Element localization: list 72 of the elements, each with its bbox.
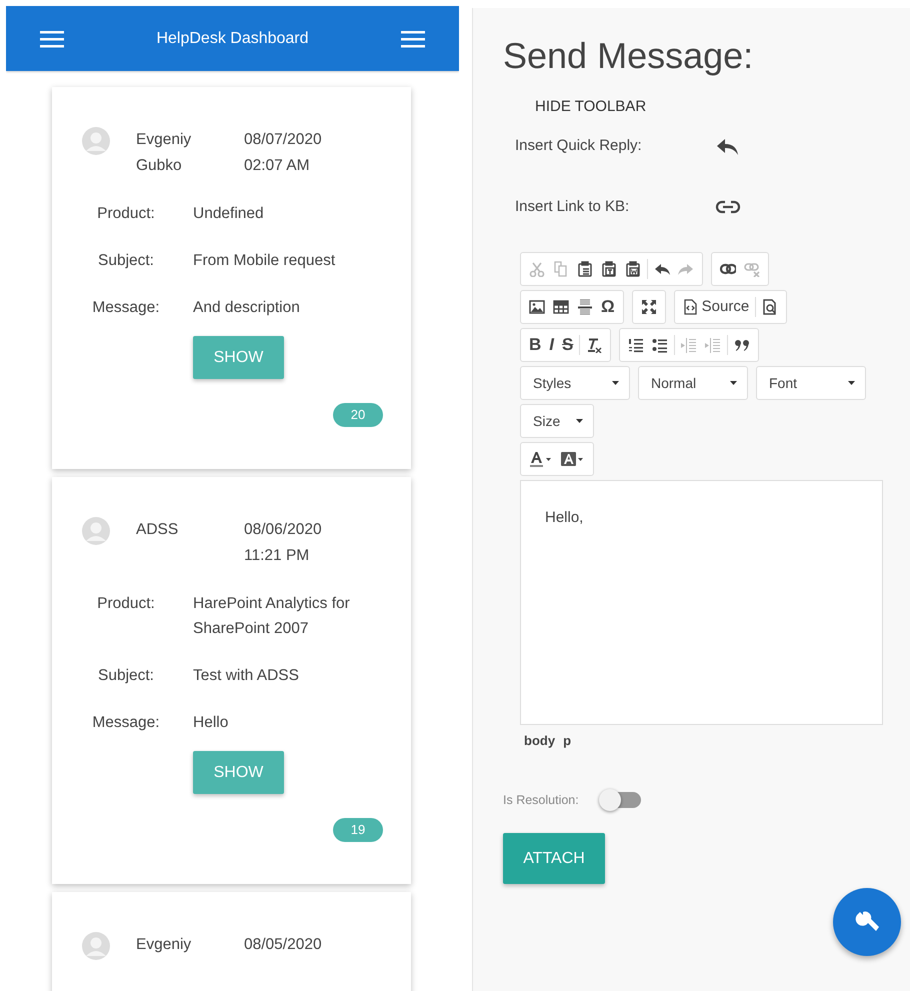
indent-icon (705, 337, 722, 354)
count-badge: 20 (333, 403, 383, 427)
format-dropdown[interactable]: Font (756, 366, 866, 400)
field-label: Insert Quick Reply: (515, 136, 643, 156)
tools-button[interactable] (833, 888, 901, 956)
field-label: Message: (91, 713, 161, 733)
copy-icon (553, 261, 569, 278)
format-button[interactable]: S (558, 332, 578, 358)
format-button[interactable]: I (545, 332, 558, 358)
source-button[interactable]: Source (678, 294, 754, 320)
editor-area[interactable]: Hello, (520, 480, 883, 726)
reply-icon[interactable] (715, 136, 739, 156)
author-name: Evgeniy (136, 935, 192, 955)
caret-icon (612, 381, 619, 386)
field-label: Insert Link to KB: (515, 196, 630, 217)
quote-icon (734, 337, 750, 354)
field-value: From Mobile request (193, 251, 336, 271)
field-label: Subject: (96, 666, 155, 686)
count-badge: 19 (333, 818, 383, 842)
caret-icon (730, 381, 737, 386)
link-icon[interactable] (715, 200, 741, 214)
field-label: Message: (91, 298, 161, 318)
preview-icon (762, 299, 778, 316)
author-name: ADSS (136, 520, 180, 540)
unlink-icon (744, 261, 760, 278)
format-dropdown[interactable]: Size (520, 404, 594, 438)
caret-icon (848, 381, 855, 386)
field-value: HarePoint Analytics for SharePoint 2007 (193, 594, 351, 639)
ticket-date: 08/07/2020 02:07 AM (244, 130, 323, 176)
caret-icon (576, 419, 583, 424)
format-dropdown[interactable]: Normal (638, 366, 748, 400)
source-icon (682, 299, 698, 316)
author-name: Evgeniy Gubko (136, 130, 192, 176)
maximize-icon (640, 299, 657, 316)
avatar-icon (82, 517, 110, 545)
table-icon (553, 299, 569, 316)
avatar-icon (82, 932, 110, 960)
avatar-icon (82, 127, 110, 155)
field-label: Product: (96, 204, 156, 224)
ticket-date: 08/06/2020 11:21 PM (244, 520, 323, 566)
field-value: Hello (193, 713, 228, 733)
field-value: Undefined (193, 204, 264, 224)
paste-word-icon (625, 261, 641, 278)
field-label: Subject: (96, 251, 155, 271)
field-value: Test with ADSS (193, 666, 299, 686)
element-path-item[interactable]: p (563, 731, 572, 751)
header-title: HelpDesk Dashboard (156, 28, 309, 48)
field-label: Product: (96, 594, 156, 614)
horizontal-line-icon (577, 299, 593, 316)
menu-icon[interactable] (40, 29, 64, 48)
paste-icon (577, 261, 593, 278)
field-value: And description (193, 298, 300, 318)
numbered-list-icon (628, 337, 644, 354)
text-color-icon (529, 451, 553, 468)
element-path-item[interactable]: body (524, 731, 556, 751)
editor-text: Hello, (545, 508, 584, 528)
ticket-date: 08/05/2020 (244, 935, 323, 955)
image-icon (529, 299, 545, 316)
hide-toolbar-link[interactable]: HIDE TOOLBAR (535, 96, 646, 119)
outdent-icon (681, 337, 698, 354)
format-button[interactable]: Ω (597, 294, 619, 320)
format-dropdown[interactable]: Styles (520, 366, 630, 400)
cut-icon (529, 261, 545, 278)
paste-text-icon (601, 261, 617, 278)
field-label: Is Resolution: (503, 792, 579, 809)
clear-format-icon (586, 337, 602, 354)
bulleted-list-icon (652, 337, 668, 354)
format-button[interactable]: B (525, 332, 546, 358)
menu-icon[interactable] (400, 29, 425, 48)
background-color-icon (561, 451, 585, 468)
redo-icon (678, 261, 694, 278)
page-title: Send Message: (503, 34, 754, 78)
